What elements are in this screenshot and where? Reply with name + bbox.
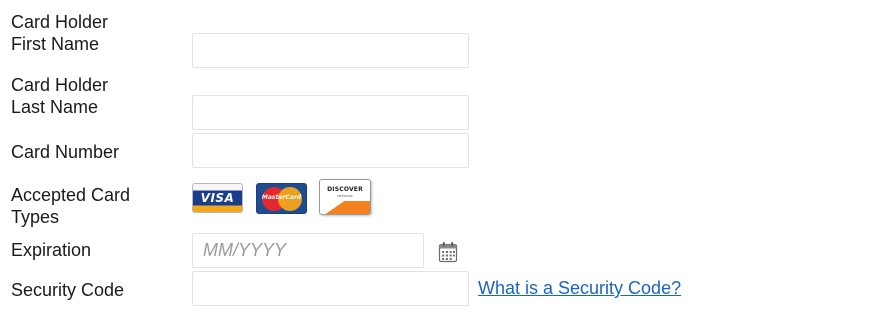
security-code-input[interactable]: [192, 271, 469, 306]
visa-card-icon: VISA: [192, 183, 243, 213]
last-name-label: Card Holder Last Name: [11, 75, 109, 117]
security-code-label: Security Code: [11, 280, 125, 300]
expiration-label: Expiration: [11, 240, 92, 260]
card-number-input[interactable]: [192, 133, 469, 168]
mastercard-card-text: MasterCard: [261, 194, 302, 201]
discover-card-subtext: NETWORK: [337, 194, 353, 198]
card-number-label: Card Number: [11, 142, 120, 162]
first-name-label: Card Holder First Name: [11, 12, 109, 54]
visa-card-text: VISA: [200, 191, 235, 205]
security-code-help-link[interactable]: What is a Security Code?: [478, 277, 681, 299]
first-name-input[interactable]: [192, 33, 469, 68]
discover-card-icon: DISCOVER NETWORK: [319, 179, 371, 215]
expiration-input[interactable]: [192, 233, 424, 268]
calendar-icon[interactable]: [438, 241, 458, 263]
last-name-input[interactable]: [192, 95, 469, 130]
mastercard-card-icon: MasterCard: [256, 183, 307, 214]
discover-card-text: DISCOVER: [327, 186, 363, 193]
accepted-cards-label: Accepted Card Types: [11, 185, 131, 227]
